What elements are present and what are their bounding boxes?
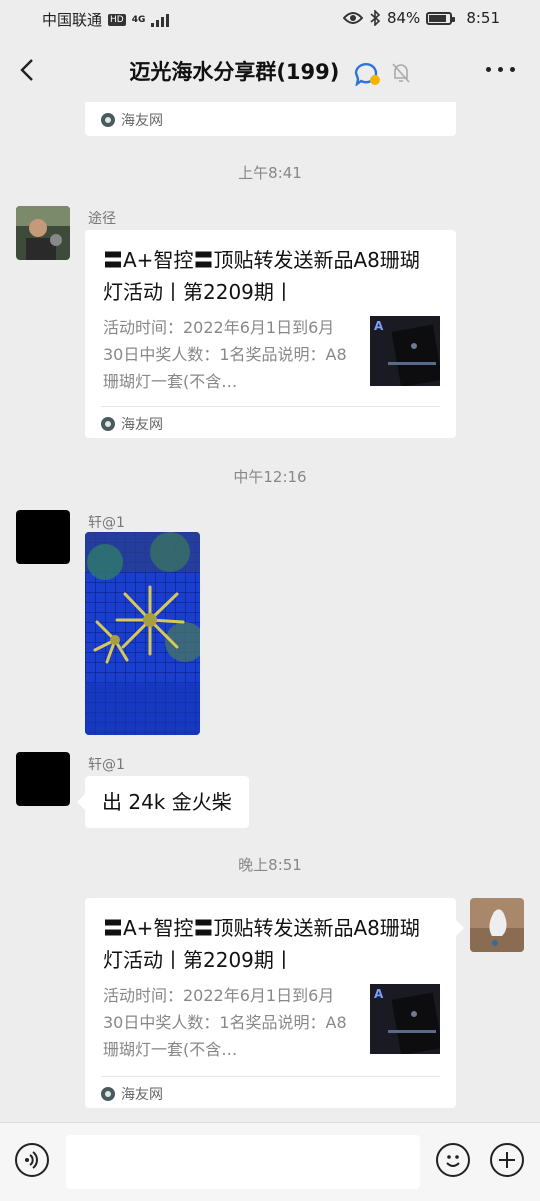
source-name: 海友网 — [121, 113, 163, 129]
voice-icon — [25, 1151, 38, 1169]
emoji-button[interactable] — [436, 1143, 470, 1177]
sender-name: 途径 — [88, 211, 116, 227]
chat-title: 迈光海水分享群(199) — [129, 60, 340, 84]
network-type: 4G — [131, 14, 146, 25]
voice-button[interactable] — [15, 1143, 49, 1177]
more-button[interactable] — [486, 58, 516, 80]
hd-badge: HD — [108, 13, 126, 26]
battery-icon — [426, 11, 456, 25]
battery-percent: 84% — [386, 9, 421, 27]
timestamp: 中午12:16 — [233, 468, 307, 486]
add-button[interactable] — [490, 1143, 524, 1177]
card-source: 海友网 — [101, 414, 163, 434]
mute-bell-icon — [392, 63, 410, 83]
input-bar — [0, 1122, 540, 1201]
svg-text:A: A — [374, 987, 384, 1001]
card-title: 〓A+智控〓顶贴转发送新品A8珊瑚灯活动丨第2209期丨 — [103, 248, 420, 304]
chat-header: 迈光海水分享群(199) — [0, 36, 540, 102]
card-description: 活动时间：2022年6月1日到6月30日中奖人数：1名奖品说明：A8珊瑚灯一套(… — [103, 986, 347, 1059]
svg-text:A: A — [374, 319, 384, 333]
link-card-previous[interactable]: 海友网 — [85, 102, 456, 136]
source-name: 海友网 — [121, 417, 163, 433]
my-avatar[interactable] — [470, 898, 524, 952]
card-source: 海友网 — [101, 1084, 163, 1104]
photo-message[interactable] — [85, 532, 200, 735]
source-name: 海友网 — [121, 1087, 163, 1103]
card-thumbnail: A — [370, 316, 440, 386]
text-message[interactable]: 出 24k 金火柴 — [77, 776, 249, 828]
bluetooth-icon — [370, 10, 381, 26]
smiley-icon — [446, 1155, 460, 1167]
timestamp: 上午8:41 — [238, 164, 302, 182]
avatar[interactable] — [16, 752, 70, 806]
chat-bubble-icon — [354, 63, 380, 86]
avatar[interactable] — [16, 510, 70, 564]
carrier-name: 中国联通 — [42, 11, 103, 29]
sender-name: 轩@1 — [88, 757, 125, 773]
eye-icon — [342, 12, 363, 24]
card-title: 〓A+智控〓顶贴转发送新品A8珊瑚灯活动丨第2209期丨 — [103, 916, 420, 972]
signal-icon — [151, 13, 171, 27]
timestamp: 晚上8:51 — [238, 856, 302, 874]
message-input[interactable] — [66, 1135, 420, 1189]
source-logo-icon — [101, 417, 115, 431]
message-list[interactable]: 海友网 上午8:41 途径 〓A+智控〓顶贴转发送新品A8珊瑚灯活动丨第2209… — [0, 102, 540, 1122]
card-thumbnail: A — [370, 984, 440, 1054]
clock: 8:51 — [466, 9, 500, 27]
plus-icon — [499, 1152, 515, 1168]
status-bar: 中国联通 HD 4G 84% 8:51 — [0, 0, 540, 36]
card-description: 活动时间：2022年6月1日到6月30日中奖人数：1名奖品说明：A8珊瑚灯一套(… — [103, 318, 347, 391]
sender-name: 轩@1 — [88, 515, 125, 531]
message-text: 出 24k 金火柴 — [102, 790, 232, 814]
source-logo-icon — [101, 1087, 115, 1101]
avatar[interactable] — [16, 206, 70, 260]
link-card[interactable]: 〓A+智控〓顶贴转发送新品A8珊瑚灯活动丨第2209期丨 活动时间：2022年6… — [85, 898, 456, 1108]
link-card[interactable]: 〓A+智控〓顶贴转发送新品A8珊瑚灯活动丨第2209期丨 活动时间：2022年6… — [85, 230, 456, 438]
card-source: 海友网 — [101, 110, 163, 130]
source-logo-icon — [101, 113, 115, 127]
